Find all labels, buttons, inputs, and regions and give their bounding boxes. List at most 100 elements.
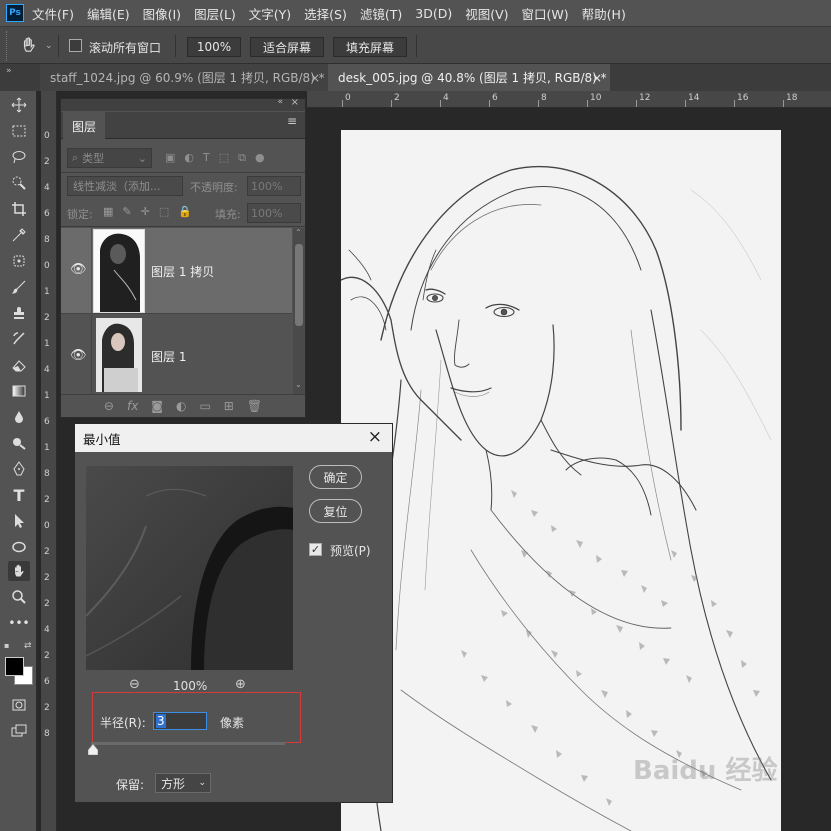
eraser-tool-icon[interactable] — [8, 355, 30, 375]
adjustment-layer-icon[interactable]: ◐ — [176, 399, 186, 413]
toolbar-collapse-icon[interactable]: » — [0, 64, 40, 91]
scroll-up-icon[interactable]: ⌃ — [295, 228, 302, 237]
type-tool-icon[interactable]: T — [8, 485, 30, 505]
fx-icon[interactable]: fx — [127, 399, 138, 413]
clone-stamp-tool-icon[interactable] — [8, 303, 30, 323]
zoom-in-icon[interactable]: ⊕ — [235, 677, 246, 692]
tab-desk[interactable]: desk_005.jpg @ 40.8% (图层 1 拷贝, RGB/8) * … — [328, 64, 610, 91]
group-folder-icon[interactable]: ▭ — [199, 399, 210, 413]
default-colors-icon[interactable]: ▪ — [4, 641, 9, 650]
eye-icon[interactable]: 👁 — [70, 348, 87, 363]
collapse-panel-icon[interactable]: « — [277, 97, 283, 107]
menu-help[interactable]: 帮助(H) — [582, 4, 626, 23]
menu-window[interactable]: 窗口(W) — [522, 4, 569, 23]
document-canvas[interactable]: Baidu 经验 — [341, 130, 781, 831]
lock-transparency-icon[interactable]: ▦ — [103, 205, 113, 218]
layer-filter-select[interactable]: ⌕ 类型 ⌄ — [67, 148, 152, 168]
image-filter-icon[interactable]: ▣ — [165, 151, 175, 165]
link-layers-icon[interactable]: ⊖ — [104, 399, 114, 413]
quick-mask-icon[interactable] — [8, 695, 30, 715]
layer-row[interactable]: 👁 图层 1 拷贝 — [61, 228, 292, 314]
scrollbar-thumb[interactable] — [295, 244, 303, 326]
lock-pixels-icon[interactable]: ✎ — [122, 205, 131, 218]
blur-tool-icon[interactable] — [8, 407, 30, 427]
filter-toggle-icon[interactable]: ● — [255, 151, 265, 165]
tab-staff[interactable]: staff_1024.jpg @ 60.9% (图层 1 拷贝, RGB/8) … — [40, 64, 328, 91]
shape-filter-icon[interactable]: ⬚ — [219, 151, 229, 165]
lasso-tool-icon[interactable] — [8, 147, 30, 167]
radius-slider-track[interactable] — [91, 742, 285, 745]
layer-mask-icon[interactable]: ◙ — [151, 399, 163, 413]
lock-artboard-icon[interactable]: ⬚ — [159, 205, 169, 218]
eyedropper-tool-icon[interactable] — [8, 225, 30, 245]
adjustment-filter-icon[interactable]: ◐ — [184, 151, 194, 165]
type-filter-icon[interactable]: T — [203, 151, 210, 165]
eye-icon[interactable]: 👁 — [70, 262, 87, 277]
tab-layers[interactable]: 图层 — [63, 112, 105, 140]
quick-selection-tool-icon[interactable] — [8, 173, 30, 193]
pen-tool-icon[interactable] — [8, 459, 30, 479]
screen-mode-icon[interactable] — [8, 721, 30, 741]
swap-colors-icon[interactable]: ⇄ — [24, 641, 32, 651]
fill-field[interactable]: 100% — [247, 203, 301, 223]
menu-3d[interactable]: 3D(D) — [415, 6, 452, 21]
preserve-select[interactable]: 方形 ⌄ — [155, 773, 211, 793]
close-panel-icon[interactable]: × — [291, 97, 299, 108]
fit-screen-button[interactable]: 适合屏幕 — [250, 37, 324, 57]
close-icon[interactable]: × — [368, 427, 382, 447]
history-brush-tool-icon[interactable] — [8, 329, 30, 349]
menu-type[interactable]: 文字(Y) — [249, 4, 291, 23]
hand-tool-icon[interactable] — [20, 36, 42, 56]
brush-tool-icon[interactable] — [8, 277, 30, 297]
layer-thumbnail — [96, 318, 142, 392]
menu-view[interactable]: 视图(V) — [465, 4, 508, 23]
zoom-100-button[interactable]: 100% — [187, 37, 241, 57]
blend-mode-select[interactable]: 线性减淡（添加... — [67, 176, 183, 196]
close-icon[interactable]: × — [310, 71, 320, 85]
lock-position-icon[interactable]: ✛ — [141, 205, 150, 218]
layer-row[interactable]: 👁 图层 1 — [61, 315, 292, 395]
panel-menu-icon[interactable]: ≡ — [287, 115, 299, 127]
ruler-tick: 1 — [44, 391, 50, 401]
foreground-color-swatch[interactable] — [5, 657, 24, 676]
menu-filter[interactable]: 滤镜(T) — [360, 4, 402, 23]
new-layer-icon[interactable]: ⊞ — [224, 399, 234, 413]
grip-handle[interactable] — [6, 31, 12, 61]
reset-button[interactable]: 复位 — [309, 499, 362, 523]
radius-slider-handle[interactable] — [87, 743, 99, 756]
radius-input[interactable]: 3 — [153, 712, 207, 730]
marquee-tool-icon[interactable] — [8, 121, 30, 141]
preview-checkbox[interactable]: ✓ — [309, 543, 322, 556]
ok-button[interactable]: 确定 — [309, 465, 362, 489]
menu-layer[interactable]: 图层(L) — [194, 4, 236, 23]
zoom-out-icon[interactable]: ⊖ — [129, 677, 140, 692]
close-icon[interactable]: × — [592, 71, 602, 85]
scroll-down-icon[interactable]: ⌄ — [295, 380, 302, 389]
layers-footer: ⊖ fx ◙ ◐ ▭ ⊞ 🗑 — [61, 394, 305, 417]
ellipse-tool-icon[interactable] — [8, 537, 30, 557]
layers-scrollbar[interactable]: ⌃ ⌄ — [293, 228, 305, 394]
menu-file[interactable]: 文件(F) — [32, 4, 74, 23]
smart-object-filter-icon[interactable]: ⧉ — [238, 151, 246, 165]
fill-screen-button[interactable]: 填充屏幕 — [333, 37, 407, 57]
lock-all-icon[interactable]: 🔒 — [178, 205, 192, 218]
filter-preview[interactable] — [86, 466, 293, 670]
opacity-field[interactable]: 100% — [247, 176, 301, 196]
menu-image[interactable]: 图像(I) — [143, 4, 181, 23]
chevron-down-icon[interactable]: ⌄ — [45, 41, 53, 51]
zoom-tool-icon[interactable] — [8, 587, 30, 607]
more-tools-icon[interactable]: ••• — [8, 613, 30, 633]
ruler-tick: 2 — [44, 157, 50, 167]
hand-tool-icon[interactable] — [8, 561, 30, 581]
scroll-all-checkbox[interactable] — [69, 39, 82, 52]
crop-tool-icon[interactable] — [8, 199, 30, 219]
gradient-tool-icon[interactable] — [8, 381, 30, 401]
dodge-tool-icon[interactable] — [8, 433, 30, 453]
healing-brush-tool-icon[interactable] — [8, 251, 30, 271]
menu-edit[interactable]: 编辑(E) — [87, 4, 130, 23]
trash-icon[interactable]: 🗑 — [247, 399, 262, 413]
divider — [91, 228, 92, 314]
move-tool-icon[interactable] — [8, 95, 30, 115]
path-selection-tool-icon[interactable] — [8, 511, 30, 531]
menu-select[interactable]: 选择(S) — [304, 4, 347, 23]
